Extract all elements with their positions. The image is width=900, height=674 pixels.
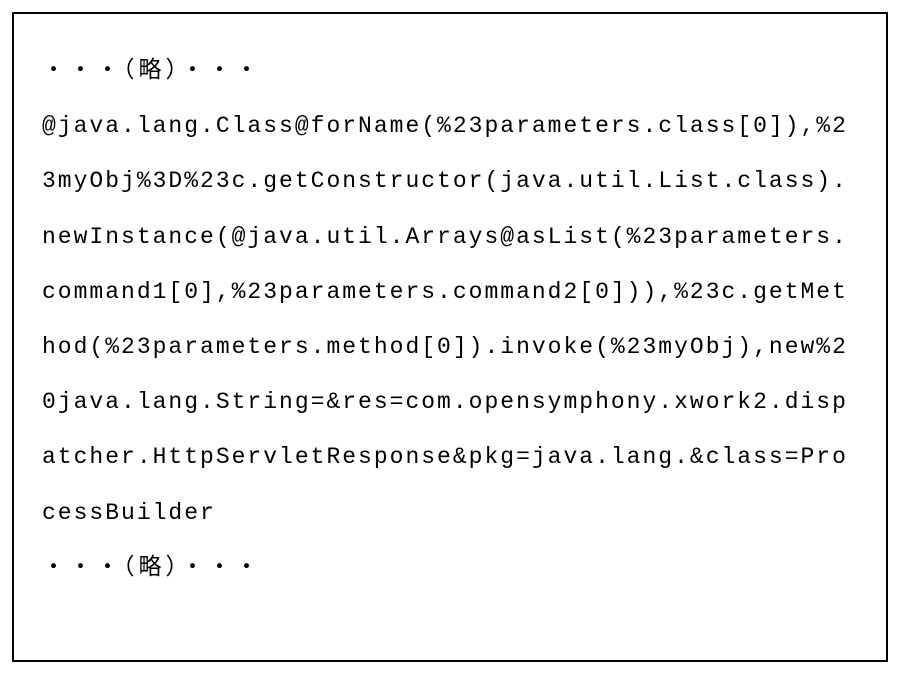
code-content: @java.lang.Class@forName(%23parameters.c… <box>42 99 858 541</box>
omit-after-text: ・・・（略）・・・ <box>42 541 858 596</box>
omit-before-text: ・・・（略）・・・ <box>42 44 858 99</box>
code-block-container: ・・・（略）・・・ @java.lang.Class@forName(%23pa… <box>12 12 888 662</box>
